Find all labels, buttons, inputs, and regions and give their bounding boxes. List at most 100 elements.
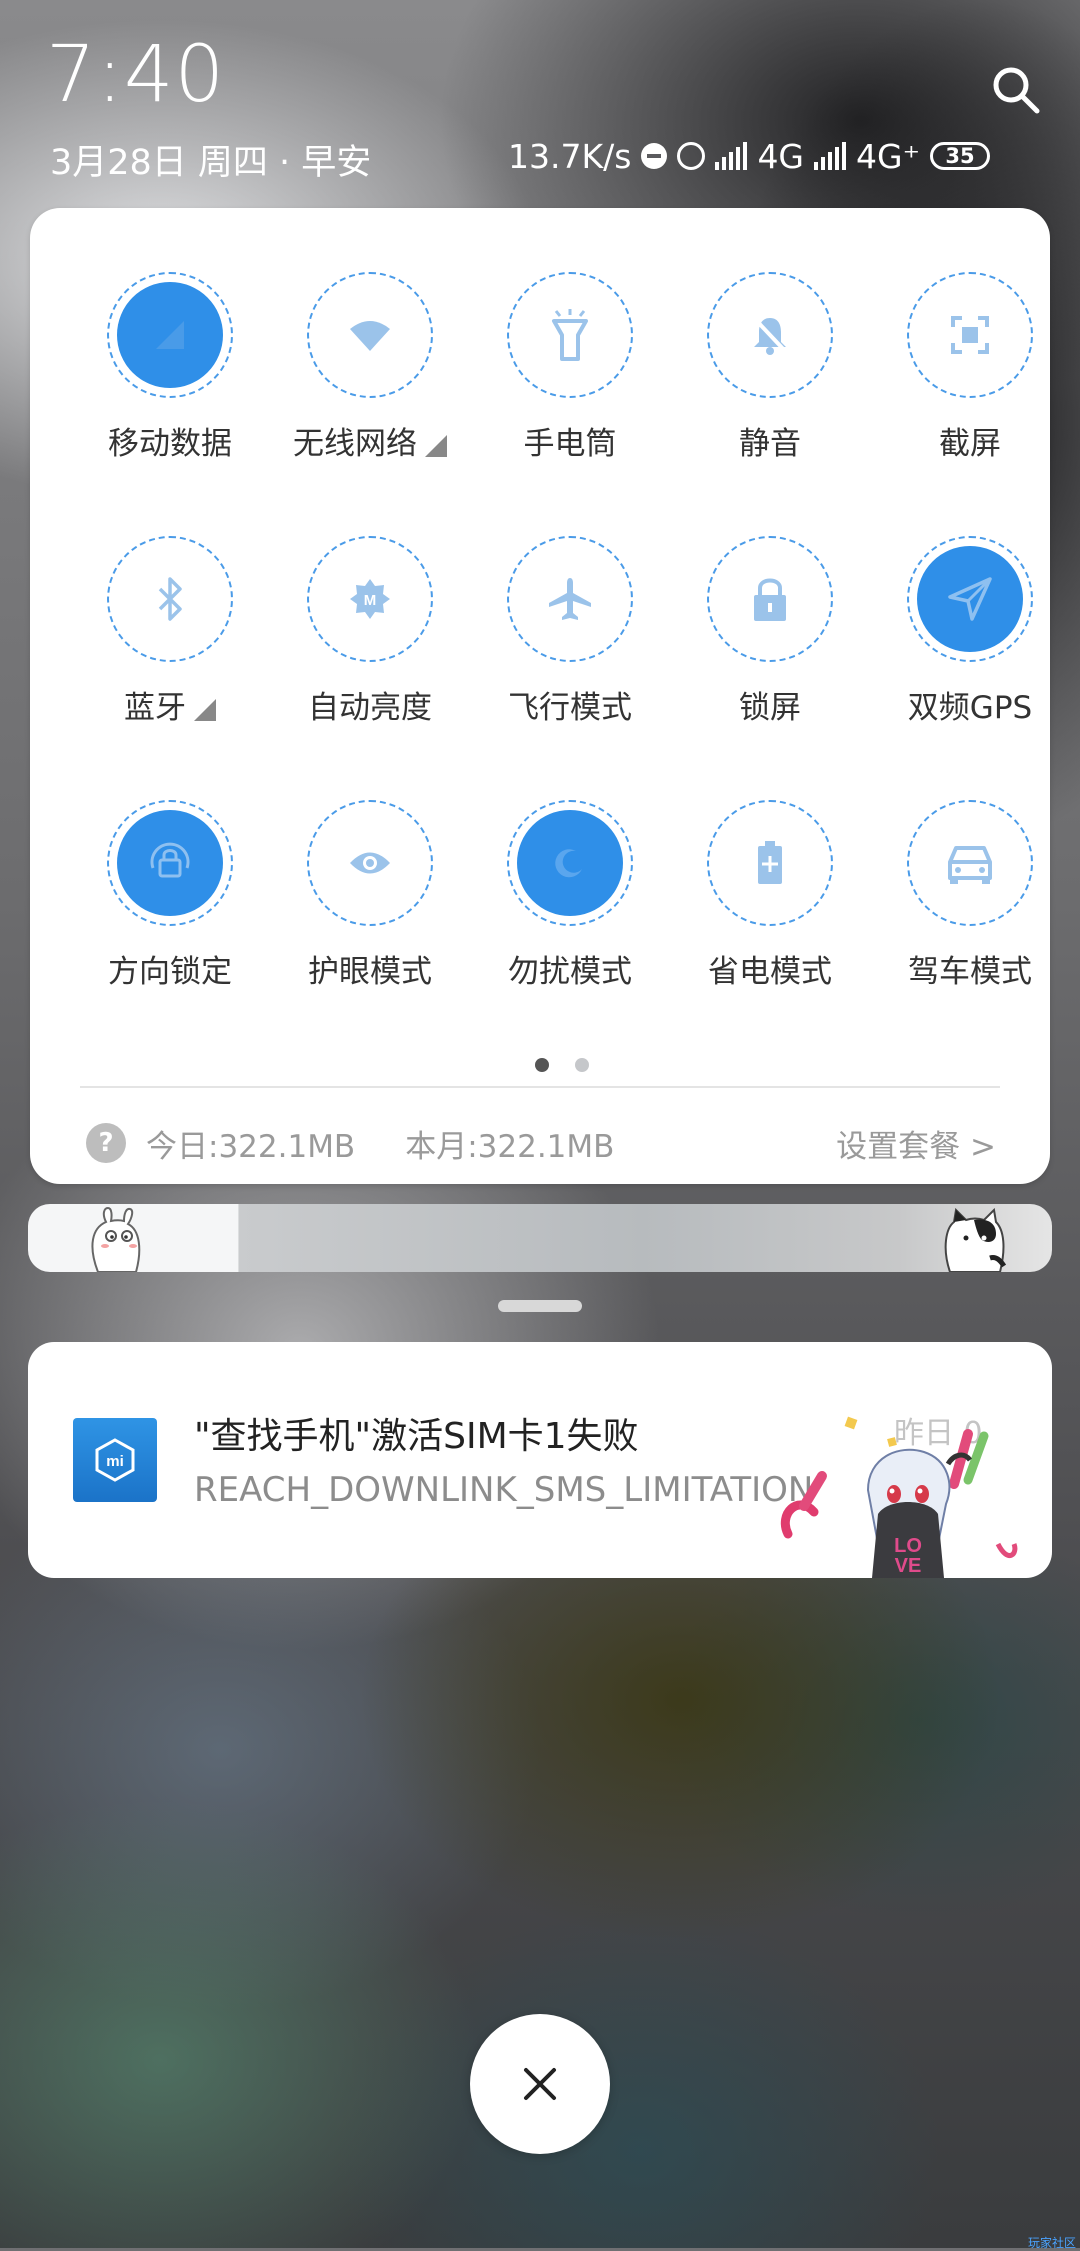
- bluetooth-icon: [158, 577, 182, 621]
- app-icon: mi: [73, 1418, 157, 1502]
- tile-eye-care[interactable]: 护眼模式: [270, 800, 470, 991]
- alarm-icon: [677, 142, 706, 170]
- tile-driving[interactable]: 驾车模式: [870, 800, 1070, 991]
- tile-mute-toggle[interactable]: [707, 272, 833, 398]
- eye-icon: [350, 852, 390, 874]
- notification-title: "查找手机"激活SIM卡1失败: [194, 1416, 639, 1457]
- tile-auto-brightness[interactable]: M 自动亮度: [270, 536, 470, 727]
- tile-mobile-data-toggle[interactable]: [107, 272, 233, 398]
- tile-label: 双频GPS: [907, 690, 1033, 726]
- clock: 7:40: [46, 30, 226, 120]
- tile-rotation-lock[interactable]: 方向锁定: [70, 800, 270, 991]
- wifi-icon: [350, 321, 390, 351]
- tile-lock-screen-toggle[interactable]: [707, 536, 833, 662]
- tile-bluetooth-toggle[interactable]: [107, 536, 233, 662]
- svg-text:VE: VE: [895, 1555, 922, 1577]
- tile-bluetooth[interactable]: 蓝牙: [70, 536, 270, 727]
- tile-label: 移动数据: [108, 426, 232, 462]
- tile-gps[interactable]: 双频GPS: [870, 536, 1070, 727]
- tile-label: 无线网络: [270, 418, 470, 463]
- divider: [80, 1086, 1000, 1088]
- signal-icon: [715, 142, 748, 170]
- svg-text:mi: mi: [106, 1453, 124, 1470]
- expand-arrow-icon[interactable]: [425, 434, 447, 457]
- tile-label: 护眼模式: [308, 954, 432, 990]
- network-type-1: 4G: [757, 136, 805, 176]
- car-icon: [948, 846, 992, 884]
- flashlight-icon: [552, 309, 588, 361]
- tile-auto-brightness-toggle[interactable]: M: [307, 536, 433, 662]
- tile-eye-care-toggle[interactable]: [307, 800, 433, 926]
- tile-wifi[interactable]: 无线网络: [270, 272, 470, 463]
- rotation-lock-icon: [150, 842, 190, 878]
- status-icons: 13.7K/s 4G 4G⁺ 35: [508, 134, 991, 178]
- tile-driving-toggle[interactable]: [907, 800, 1033, 926]
- tile-label: 省电模式: [708, 954, 832, 990]
- search-button[interactable]: [986, 60, 1046, 120]
- tile-label: 驾车模式: [908, 954, 1032, 990]
- search-icon: [993, 67, 1040, 114]
- net-speed: 13.7K/s: [508, 136, 632, 176]
- tile-wifi-toggle[interactable]: [307, 272, 433, 398]
- sticker-strip: [28, 1204, 1052, 1272]
- dnd-status-icon: [641, 143, 668, 169]
- tile-label: 方向锁定: [108, 954, 232, 990]
- tile-mobile-data[interactable]: 移动数据: [70, 272, 270, 463]
- mute-icon: [752, 316, 788, 355]
- usage-month: 本月:322.1MB: [405, 1128, 615, 1165]
- gps-icon: [948, 577, 992, 621]
- lock-icon: [754, 578, 786, 621]
- notification-card[interactable]: mi "查找手机"激活SIM卡1失败 REACH_DOWNLINK_SMS_LI…: [28, 1342, 1052, 1578]
- battery-icon: 35: [930, 142, 991, 170]
- tile-label: 静音: [739, 426, 801, 462]
- bunny-sticker-icon: [91, 1206, 141, 1272]
- tile-dnd[interactable]: 勿扰模式: [470, 800, 670, 991]
- tile-flashlight-toggle[interactable]: [507, 272, 633, 398]
- page-dot-2[interactable]: [575, 1058, 589, 1072]
- svg-text:M: M: [364, 592, 377, 609]
- battery-saver-icon: [758, 841, 782, 884]
- tile-dnd-toggle[interactable]: [507, 800, 633, 926]
- tile-mute[interactable]: 静音: [670, 272, 870, 463]
- tile-screenshot-toggle[interactable]: [907, 272, 1033, 398]
- network-type-2: 4G⁺: [856, 136, 921, 176]
- signal-icon-2: [814, 142, 847, 170]
- mi-icon: mi: [95, 1438, 135, 1482]
- dnd-icon: [555, 849, 582, 878]
- tile-airplane[interactable]: 飞行模式: [470, 536, 670, 727]
- clear-all-button[interactable]: [470, 2014, 610, 2154]
- tile-flashlight[interactable]: 手电筒: [470, 272, 670, 463]
- screenshot-icon: [951, 316, 989, 354]
- tile-airplane-toggle[interactable]: [507, 536, 633, 662]
- tile-label: 蓝牙: [70, 682, 270, 727]
- watermark: 玩家社区: [1028, 2236, 1077, 2250]
- help-icon[interactable]: ?: [86, 1123, 126, 1163]
- cat-sticker-icon: [944, 1208, 1007, 1272]
- drag-handle[interactable]: [498, 1300, 582, 1312]
- airplane-icon: [549, 578, 591, 620]
- data-usage-row: ? 今日:322.1MB 本月:322.1MB 设置套餐 >: [86, 1113, 996, 1173]
- tile-lock-screen[interactable]: 锁屏: [670, 536, 870, 727]
- quick-settings-panel: 移动数据 无线网络 手电筒 静音 截屏 蓝牙 M 自动亮度 飞行模式 锁屏 双频…: [30, 208, 1050, 1184]
- tile-label: 飞行模式: [508, 690, 632, 726]
- tile-rotation-lock-toggle[interactable]: [107, 800, 233, 926]
- tile-label: 勿扰模式: [508, 954, 632, 990]
- expand-arrow-icon[interactable]: [194, 698, 216, 721]
- tile-battery-saver[interactable]: 省电模式: [670, 800, 870, 991]
- usage-today: 今日:322.1MB: [146, 1128, 356, 1165]
- page-indicator[interactable]: [535, 1058, 589, 1072]
- tile-screenshot[interactable]: 截屏: [870, 272, 1070, 463]
- mobile-data-icon: [156, 321, 184, 349]
- set-plan-link[interactable]: 设置套餐 >: [836, 1121, 996, 1166]
- tile-gps-toggle[interactable]: [907, 536, 1033, 662]
- svg-text:LO: LO: [894, 1535, 922, 1557]
- tile-label: 锁屏: [739, 690, 801, 726]
- tile-battery-saver-toggle[interactable]: [707, 800, 833, 926]
- tile-label: 自动亮度: [308, 690, 432, 726]
- notification-body: REACH_DOWNLINK_SMS_LIMITATION: [194, 1470, 814, 1510]
- auto-brightness-icon: M: [350, 579, 390, 619]
- tile-label: 手电筒: [523, 426, 617, 462]
- tile-label: 截屏: [939, 426, 1001, 462]
- date-greeting: 3月28日 周四 · 早安: [50, 143, 372, 183]
- page-dot-1[interactable]: [535, 1058, 549, 1072]
